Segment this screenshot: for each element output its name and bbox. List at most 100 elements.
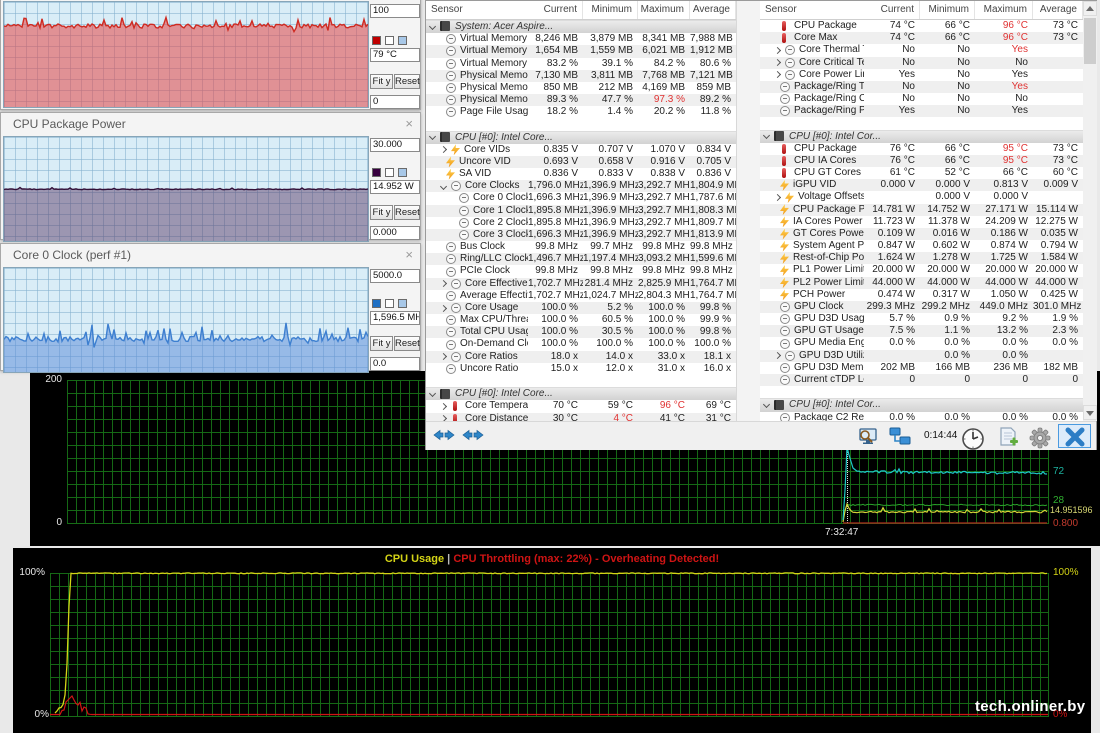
- fit-y-button[interactable]: Fit y: [370, 205, 393, 220]
- sensor-row[interactable]: Physical Memory Load89.3 %47.7 %97.3 %89…: [426, 94, 736, 106]
- core-clock-plot[interactable]: [3, 267, 369, 373]
- sensor-row[interactable]: Uncore Ratio15.0 x12.0 x31.0 x16.0 x: [426, 363, 736, 375]
- sensor-row[interactable]: SA VID0.836 V0.833 V0.838 V0.836 V: [426, 168, 736, 180]
- expand-icon[interactable]: [774, 194, 781, 201]
- bg-color-swatch[interactable]: [385, 299, 394, 308]
- expand-columns-button[interactable]: [430, 424, 457, 448]
- current-value-box[interactable]: 79 °C: [370, 48, 420, 62]
- fill-color-swatch[interactable]: [398, 299, 407, 308]
- line-color-swatch[interactable]: [372, 168, 381, 177]
- column-header[interactable]: Average: [1033, 1, 1083, 19]
- collapse-columns-button[interactable]: [459, 424, 486, 448]
- sensor-row[interactable]: Core Max74 °C66 °C96 °C73 °C: [760, 32, 1083, 44]
- sensor-row[interactable]: Bus Clock99.8 MHz99.7 MHz99.8 MHz99.8 MH…: [426, 241, 736, 253]
- collapse-icon[interactable]: [429, 390, 436, 397]
- sensor-row[interactable]: On-Demand Clock M...100.0 %100.0 %100.0 …: [426, 338, 736, 350]
- column-header[interactable]: Maximum: [638, 1, 690, 19]
- column-header[interactable]: Sensor: [760, 1, 864, 19]
- close-icon[interactable]: ×: [405, 113, 413, 135]
- column-header[interactable]: Current: [528, 1, 583, 19]
- collapse-icon[interactable]: [763, 132, 770, 139]
- sensor-row[interactable]: Ring/LLC Clock1,496.7 MHz1,197.4 MHz3,09…: [426, 253, 736, 265]
- sensor-row[interactable]: Core Critical Te...NoNoNo: [760, 57, 1083, 69]
- sensor-row[interactable]: PCH Power0.474 W0.317 W1.050 W0.425 W: [760, 289, 1083, 301]
- sensor-row[interactable]: Core Effective Cl...1,702.7 MHz281.4 MHz…: [426, 278, 736, 290]
- expand-icon[interactable]: [774, 352, 781, 359]
- sensor-group-row[interactable]: CPU [#0]: Intel Core...: [426, 387, 736, 400]
- sensor-row[interactable]: Rest-of-Chip Power1.624 W1.278 W1.725 W1…: [760, 252, 1083, 264]
- fit-y-button[interactable]: Fit y: [370, 74, 393, 89]
- expand-icon[interactable]: [440, 304, 447, 311]
- sensor-row[interactable]: Core Power Limi...YesNoYes: [760, 69, 1083, 81]
- scrollbar-thumb[interactable]: [1084, 18, 1096, 64]
- sensor-row[interactable]: System Agent Power0.847 W0.602 W0.874 W0…: [760, 240, 1083, 252]
- sensor-row[interactable]: Core Clocks1,796.0 MHz1,396.9 MHz3,292.7…: [426, 180, 736, 192]
- sensor-row[interactable]: Max CPU/Thread Us...100.0 %60.5 %100.0 %…: [426, 314, 736, 326]
- collapse-icon[interactable]: [763, 401, 770, 408]
- sensor-row[interactable]: PL1 Power Limit20.000 W20.000 W20.000 W2…: [760, 264, 1083, 276]
- fill-color-swatch[interactable]: [398, 168, 407, 177]
- sensor-row[interactable]: PL2 Power Limit44.000 W44.000 W44.000 W4…: [760, 277, 1083, 289]
- sensor-row[interactable]: Core 0 Clock (pe...1,696.3 MHz1,396.9 MH…: [426, 192, 736, 204]
- fill-color-swatch[interactable]: [398, 36, 407, 45]
- settings-gear-button[interactable]: [1026, 424, 1054, 448]
- sensor-row[interactable]: Core Ratios18.0 x14.0 x33.0 x18.1 x: [426, 351, 736, 363]
- logging-clock-button[interactable]: [958, 424, 988, 448]
- sensor-row[interactable]: Page File Usage18.2 %1.4 %20.2 %11.8 %: [426, 106, 736, 118]
- expand-icon[interactable]: [774, 71, 781, 78]
- sensor-row[interactable]: Package/Ring Critica...NoNoNo: [760, 93, 1083, 105]
- reset-button[interactable]: Reset: [394, 74, 420, 89]
- sensor-row[interactable]: CPU Package74 °C66 °C96 °C73 °C: [760, 20, 1083, 32]
- column-header[interactable]: Maximum: [975, 1, 1033, 19]
- sensor-row[interactable]: Package/Ring Power...YesNoYes: [760, 105, 1083, 117]
- cpu-temp-plot[interactable]: [3, 1, 369, 108]
- package-power-plot[interactable]: [3, 136, 369, 242]
- line-color-swatch[interactable]: [372, 36, 381, 45]
- line-color-swatch[interactable]: [372, 299, 381, 308]
- sensor-row[interactable]: Package/Ring Ther...NoNoYes: [760, 81, 1083, 93]
- collapse-icon[interactable]: [429, 23, 436, 30]
- vertical-scrollbar[interactable]: [1083, 1, 1097, 421]
- column-header[interactable]: Sensor: [426, 1, 528, 19]
- sensor-row[interactable]: Core Thermal T...NoNoYes: [760, 44, 1083, 56]
- current-value-box[interactable]: 1,596.5 MHz: [370, 311, 420, 325]
- sensor-row[interactable]: CPU Package Power14.781 W14.752 W27.171 …: [760, 204, 1083, 216]
- sensor-row[interactable]: CPU Package76 °C66 °C95 °C73 °C: [760, 143, 1083, 155]
- scale-max-box[interactable]: 5000.0: [370, 269, 420, 283]
- sensor-group-row[interactable]: System: Acer Aspire...: [426, 20, 736, 33]
- sensor-row[interactable]: Core Usage100.0 %5.2 %100.0 %99.8 %: [426, 302, 736, 314]
- scale-min-box[interactable]: 0: [370, 95, 420, 109]
- close-icon[interactable]: ×: [405, 244, 413, 266]
- sensor-row[interactable]: Package C2 Residency0.0 %0.0 %0.0 %0.0 %: [760, 412, 1083, 422]
- sensor-row[interactable]: iGPU VID0.000 V0.000 V0.813 V0.009 V: [760, 179, 1083, 191]
- sensor-row[interactable]: Core 2 Clock (pe...1,895.8 MHz1,396.9 MH…: [426, 217, 736, 229]
- scale-min-box[interactable]: 0.000: [370, 226, 420, 240]
- remote-monitoring-button[interactable]: [886, 424, 914, 448]
- sensor-row[interactable]: GPU D3D Utilizati...0.0 %0.0 %: [760, 350, 1083, 362]
- sensor-row[interactable]: Virtual Memory Load83.2 %39.1 %84.2 %80.…: [426, 58, 736, 70]
- window-title[interactable]: CPU Package Power ×: [1, 113, 420, 135]
- collapse-icon[interactable]: [429, 133, 436, 140]
- sensor-row[interactable]: Core VIDs0.835 V0.707 V1.070 V0.834 V: [426, 144, 736, 156]
- column-header[interactable]: Minimum: [583, 1, 638, 19]
- sensor-group-row[interactable]: CPU [#0]: Intel Core...: [426, 131, 736, 144]
- sensor-row[interactable]: GPU GT Usage7.5 %1.1 %13.2 %2.3 %: [760, 325, 1083, 337]
- sensor-row[interactable]: Current cTDP Level0000: [760, 374, 1083, 386]
- window-title[interactable]: Core 0 Clock (perf #1) ×: [1, 244, 420, 266]
- sensor-row[interactable]: Physical Memory Used7,130 MB3,811 MB7,76…: [426, 70, 736, 82]
- sensor-row[interactable]: Virtual Memory Com...8,246 MB3,879 MB8,3…: [426, 33, 736, 45]
- sensor-row[interactable]: Core Distance to ...30 °C4 °C41 °C31 °C: [426, 413, 736, 422]
- column-header[interactable]: Average: [690, 1, 736, 19]
- sensor-row[interactable]: CPU IA Cores76 °C66 °C95 °C73 °C: [760, 155, 1083, 167]
- expand-icon[interactable]: [774, 59, 781, 66]
- sensor-row[interactable]: Virtual Memory Avail...1,654 MB1,559 MB6…: [426, 45, 736, 57]
- scale-max-box[interactable]: 100: [370, 4, 420, 18]
- sensor-row[interactable]: CPU GT Cores (Grap...61 °C52 °C66 °C60 °…: [760, 167, 1083, 179]
- bg-color-swatch[interactable]: [385, 36, 394, 45]
- sensor-group-row[interactable]: CPU [#0]: Intel Cor...: [760, 398, 1083, 411]
- expand-icon[interactable]: [440, 353, 447, 360]
- expand-icon[interactable]: [440, 146, 447, 153]
- scroll-down-arrow[interactable]: [1083, 405, 1097, 420]
- reset-button[interactable]: Reset: [394, 336, 420, 351]
- sensor-row[interactable]: Average Effective Cl...1,702.7 MHz1,024.…: [426, 290, 736, 302]
